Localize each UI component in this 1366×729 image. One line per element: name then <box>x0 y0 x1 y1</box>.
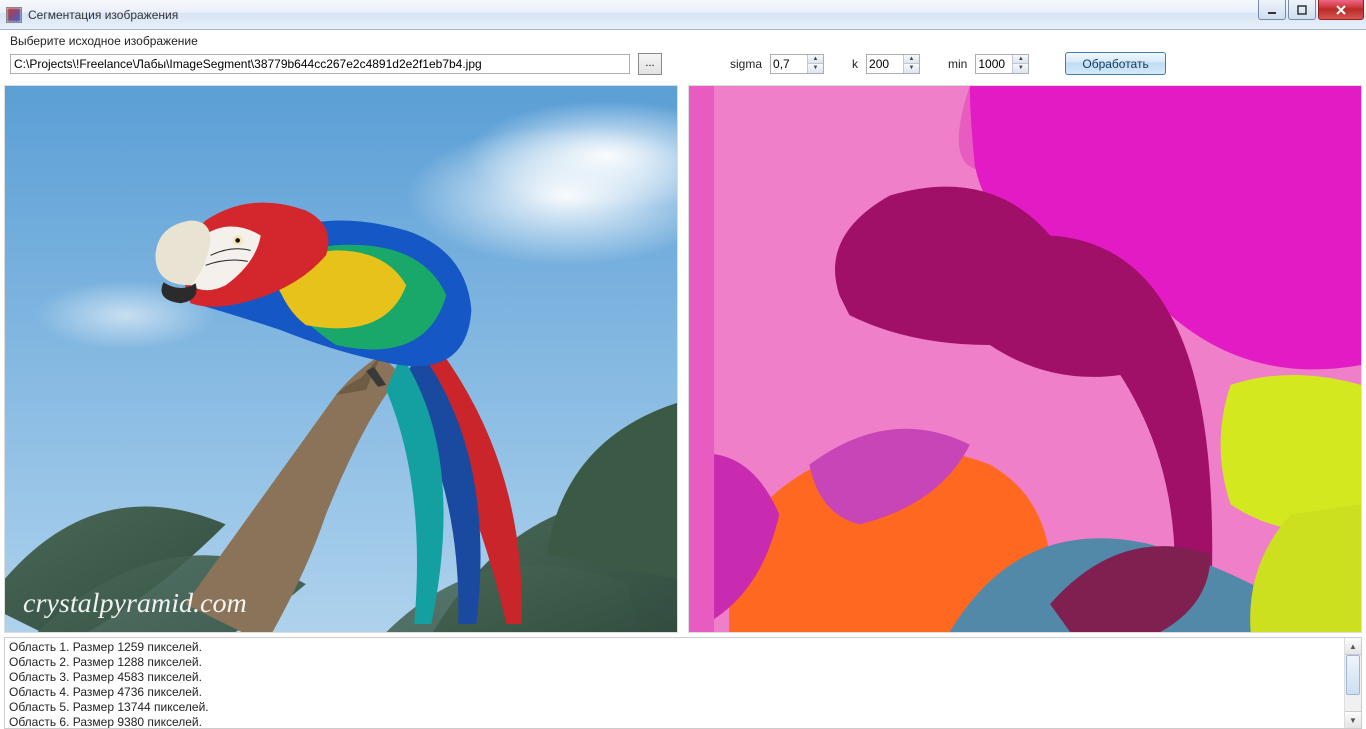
k-spin-up[interactable]: ▲ <box>904 55 919 64</box>
window-buttons <box>1258 0 1364 20</box>
k-spin-buttons: ▲ ▼ <box>903 55 919 73</box>
sigma-spin-down[interactable]: ▼ <box>808 63 823 73</box>
sigma-label: sigma <box>730 57 762 71</box>
process-button[interactable]: Обработать <box>1065 52 1165 75</box>
minimize-icon <box>1267 5 1277 15</box>
controls-panel: Выберите исходное изображение ... sigma … <box>0 30 1366 81</box>
sigma-spin-up[interactable]: ▲ <box>808 55 823 64</box>
titlebar: Сегментация изображения <box>0 0 1366 30</box>
sigma-spinner[interactable]: ▲ ▼ <box>770 54 824 74</box>
scroll-track[interactable] <box>1345 655 1361 711</box>
log-scrollbar[interactable]: ▲ ▼ <box>1344 638 1361 728</box>
k-label: k <box>852 57 858 71</box>
controls-row: ... sigma ▲ ▼ k ▲ ▼ min ▲ ▼ Обработать <box>10 52 1356 75</box>
min-spin-up[interactable]: ▲ <box>1013 55 1028 64</box>
log-output[interactable]: Область 1. Размер 1259 пикселей. Область… <box>5 638 1344 728</box>
log-panel: Область 1. Размер 1259 пикселей. Область… <box>4 637 1362 729</box>
maximize-icon <box>1297 5 1307 15</box>
min-spin-buttons: ▲ ▼ <box>1012 55 1028 73</box>
window-title: Сегментация изображения <box>28 8 178 22</box>
minimize-button[interactable] <box>1258 0 1286 20</box>
maximize-button[interactable] <box>1288 0 1316 20</box>
file-picker-label: Выберите исходное изображение <box>10 34 1356 48</box>
scroll-down-button[interactable]: ▼ <box>1345 711 1361 728</box>
source-image: crystalpyramid.com <box>4 85 678 633</box>
image-panels: crystalpyramid.com <box>0 81 1366 633</box>
close-icon <box>1335 5 1347 15</box>
k-spinner[interactable]: ▲ ▼ <box>866 54 920 74</box>
k-input[interactable] <box>867 55 903 73</box>
file-path-input[interactable] <box>10 54 630 74</box>
segmented-image <box>688 85 1362 633</box>
browse-button[interactable]: ... <box>638 53 662 75</box>
min-label: min <box>948 57 967 71</box>
min-spin-down[interactable]: ▼ <box>1013 63 1028 73</box>
sigma-input[interactable] <box>771 55 807 73</box>
k-spin-down[interactable]: ▼ <box>904 63 919 73</box>
scroll-thumb[interactable] <box>1346 655 1360 695</box>
min-input[interactable] <box>976 55 1012 73</box>
min-spinner[interactable]: ▲ ▼ <box>975 54 1029 74</box>
scroll-up-button[interactable]: ▲ <box>1345 638 1361 655</box>
watermark-text: crystalpyramid.com <box>23 588 247 619</box>
sigma-spin-buttons: ▲ ▼ <box>807 55 823 73</box>
close-button[interactable] <box>1318 0 1364 20</box>
app-icon <box>6 7 22 23</box>
